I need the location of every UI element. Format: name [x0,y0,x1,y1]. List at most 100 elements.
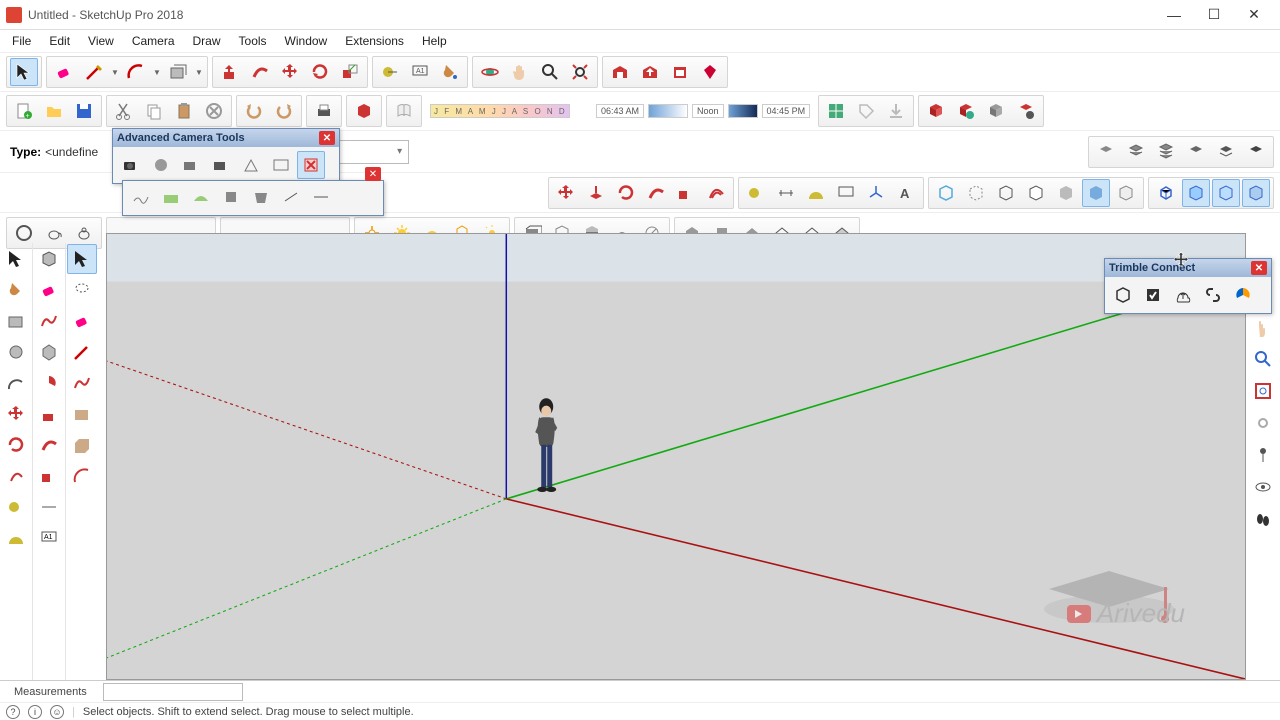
camera-look-icon[interactable] [147,151,175,179]
close-button[interactable]: ✕ [1234,1,1274,29]
paint-bucket-icon[interactable] [1,275,31,305]
tc-link-icon[interactable] [1199,281,1227,309]
protractor-yellow-icon[interactable] [1,523,31,553]
line-tool-icon[interactable] [80,58,108,86]
hand-icon[interactable] [1248,312,1278,342]
followme-tool-icon[interactable] [246,58,274,86]
rect-icon[interactable] [1,306,31,336]
style-backedges-icon[interactable] [962,179,990,207]
text-icon[interactable] [832,179,860,207]
style-shaded-icon[interactable] [1052,179,1080,207]
open-file-icon[interactable] [40,97,68,125]
component-icon-4[interactable] [1012,97,1040,125]
scale-red-icon[interactable] [34,461,64,491]
camera-reset-icon[interactable] [297,151,325,179]
tc-todo-icon[interactable] [1139,281,1167,309]
component-icon-1[interactable] [922,97,950,125]
component-icon-2[interactable] [952,97,980,125]
camera-create-icon[interactable] [117,151,145,179]
sandbox-scratch-icon[interactable] [157,183,185,211]
redo-icon[interactable] [270,97,298,125]
walk-icon[interactable] [1248,504,1278,534]
circle-icon[interactable] [1,337,31,367]
new-file-icon[interactable]: + [10,97,38,125]
move-icon[interactable] [552,179,580,207]
front-view-icon[interactable] [1212,179,1240,207]
pushpull-tool-icon[interactable] [216,58,244,86]
tc-upload-icon[interactable] [1169,281,1197,309]
freehand-icon[interactable] [34,306,64,336]
rotate-red-icon[interactable] [1,430,31,460]
dropdown-arrow-icon[interactable]: ▼ [194,58,204,86]
eraser-icon[interactable] [50,58,78,86]
offset-icon[interactable] [702,179,730,207]
select-icon[interactable] [1,244,31,274]
style-wireframe-icon[interactable] [992,179,1020,207]
menu-tools[interactable]: Tools [231,32,275,50]
cut-icon[interactable] [110,97,138,125]
followme-red-icon[interactable] [34,430,64,460]
rectangle-tool-icon[interactable] [164,58,192,86]
dimension-icon[interactable] [772,179,800,207]
undo-icon[interactable] [240,97,268,125]
copy-icon[interactable] [140,97,168,125]
camera-frustum-icon[interactable] [237,151,265,179]
geo-location-icon[interactable] [822,97,850,125]
select-tool-icon[interactable] [10,58,38,86]
sandbox-flip-icon[interactable] [307,183,335,211]
lasso-icon[interactable] [67,275,97,305]
select-active-icon[interactable] [67,244,97,274]
paste-icon[interactable] [170,97,198,125]
sandbox-contour-icon[interactable] [127,183,155,211]
extension-warehouse-icon[interactable] [666,58,694,86]
print-icon[interactable] [310,97,338,125]
polygon-icon[interactable] [34,337,64,367]
menu-extensions[interactable]: Extensions [337,32,412,50]
style-xray-icon[interactable] [932,179,960,207]
panel-close-icon[interactable]: ✕ [319,131,335,145]
model-info-icon[interactable] [350,97,378,125]
freehand2-icon[interactable] [67,368,97,398]
pushpull-red-icon[interactable] [34,399,64,429]
camera-aspect-icon[interactable] [267,151,295,179]
camera-show-icon[interactable] [207,151,235,179]
tape-tool-icon[interactable] [376,58,404,86]
warehouse-icon[interactable] [606,58,634,86]
sandbox-smoove-icon[interactable] [187,183,215,211]
layers-icon-2[interactable] [1122,138,1150,166]
zoom-ext-icon[interactable] [1248,408,1278,438]
style-mono-icon[interactable] [1112,179,1140,207]
sandbox-panel[interactable]: ✕ [122,180,384,216]
move-tool-icon[interactable] [276,58,304,86]
camera-lock-icon[interactable] [177,151,205,179]
delete-icon[interactable] [200,97,228,125]
top-view-icon[interactable] [1182,179,1210,207]
zoom-window-icon[interactable] [1248,376,1278,406]
save-file-icon[interactable] [70,97,98,125]
layers-icon-4[interactable] [1182,138,1210,166]
zoom-tool-icon[interactable] [536,58,564,86]
panel-close-icon[interactable]: ✕ [1251,261,1267,275]
3dtext-icon[interactable]: A [892,179,920,207]
tape-icon[interactable] [742,179,770,207]
component-icon-3[interactable] [982,97,1010,125]
pencil-icon[interactable] [67,337,97,367]
iso-view-icon[interactable] [1152,179,1180,207]
style-hidden-icon[interactable] [1022,179,1050,207]
tape-yellow-icon[interactable] [1,492,31,522]
month-slider[interactable]: J F M A M J J A S O N D [430,104,570,118]
menu-view[interactable]: View [80,32,122,50]
sandbox-drape-icon[interactable] [247,183,275,211]
eraser2-icon[interactable] [67,306,97,336]
style-shaded-tex-icon[interactable] [1082,179,1110,207]
maximize-button[interactable]: ☐ [1194,1,1234,29]
arc2-icon[interactable] [67,461,97,491]
sandbox-detail-icon[interactable] [277,183,305,211]
axes-icon[interactable] [862,179,890,207]
user-icon[interactable]: ☺ [50,705,64,719]
minimize-button[interactable]: — [1154,1,1194,29]
rotate-tool-icon[interactable] [306,58,334,86]
position-camera-icon[interactable] [1248,440,1278,470]
ruby-icon[interactable] [696,58,724,86]
move-red-icon[interactable] [1,399,31,429]
